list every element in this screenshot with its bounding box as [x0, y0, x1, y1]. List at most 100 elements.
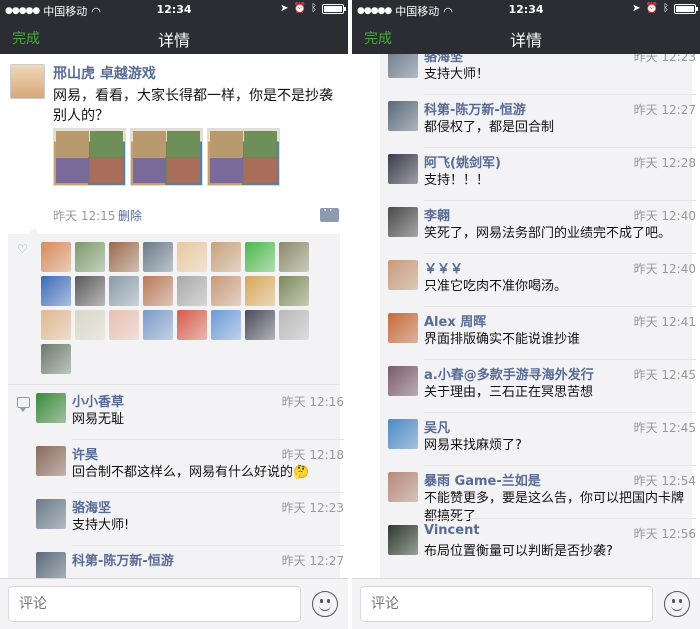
commenter-avatar[interactable] — [36, 499, 66, 529]
comment-separator — [424, 465, 696, 466]
battery-icon — [322, 3, 346, 14]
comment-input-bar — [0, 578, 348, 629]
alarm-icon: ⏰ — [645, 3, 658, 14]
commenter-avatar[interactable] — [388, 419, 418, 449]
commenter-name[interactable]: 骆海坚 — [72, 497, 111, 516]
post-image[interactable] — [53, 128, 126, 186]
page-title: 详情 — [157, 31, 190, 50]
commenter-name[interactable]: 阿飞(姚剑军) — [424, 152, 501, 171]
commenter-avatar[interactable] — [388, 366, 418, 396]
like-avatar[interactable] — [245, 276, 275, 306]
comment-text: 回合制不都这样么，网易有什么好说的🤔 — [72, 465, 310, 480]
comment-text: 网易无耻 — [72, 412, 125, 427]
commenter-avatar[interactable] — [388, 54, 418, 78]
location-icon: ➤ — [280, 3, 289, 14]
comments-section: 小小香草 昨天 12:16 网易无耻 许昊 昨天 12:18 回合制不都这样么，网易有什么… — [8, 384, 344, 578]
like-avatar[interactable] — [41, 344, 71, 374]
like-avatar[interactable] — [211, 310, 241, 340]
status-bar: ●●●●● 中国移动 ◠ 12:34 ➤ ⏰ ᛒ — [352, 0, 700, 20]
like-avatar[interactable] — [109, 276, 139, 306]
comment-menu-button[interactable] — [320, 203, 339, 222]
comment-text: 不能赞更多，要是这么告，你可以把国内卡牌都搞死了 — [424, 491, 685, 524]
page-title: 详情 — [509, 31, 542, 50]
commenter-avatar[interactable] — [388, 101, 418, 131]
post-author-avatar[interactable] — [10, 64, 45, 99]
like-avatar[interactable] — [75, 276, 105, 306]
like-avatar[interactable] — [109, 242, 139, 272]
like-avatar[interactable] — [75, 310, 105, 340]
like-avatar[interactable] — [245, 242, 275, 272]
commenter-avatar[interactable] — [388, 154, 418, 184]
comment-text: 网易来找麻烦了? — [424, 438, 522, 453]
commenter-name[interactable]: 许昊 — [72, 444, 98, 463]
commenter-name[interactable]: Alex 周晖 — [424, 311, 486, 330]
like-avatar[interactable] — [75, 242, 105, 272]
emoji-icon[interactable] — [664, 591, 690, 617]
like-avatar[interactable] — [143, 310, 173, 340]
comment-input[interactable] — [8, 586, 301, 622]
comment-text: 布局位置衡量可以判断是否抄袭? — [424, 544, 613, 559]
comment-time: 昨天 12:56 — [633, 527, 696, 541]
commenter-avatar[interactable] — [36, 393, 66, 423]
like-avatar[interactable] — [279, 310, 309, 340]
comment-text: 支持大师! — [72, 518, 130, 533]
like-avatar[interactable] — [211, 276, 241, 306]
commenter-name[interactable]: ￥￥￥ — [424, 258, 463, 277]
comment-separator — [424, 253, 696, 254]
post-image[interactable] — [130, 128, 203, 186]
like-avatar[interactable] — [279, 242, 309, 272]
commenter-avatar[interactable] — [388, 472, 418, 502]
like-avatar[interactable] — [245, 310, 275, 340]
like-avatar[interactable] — [143, 242, 173, 272]
commenter-name[interactable]: 李翱 — [424, 205, 450, 224]
comment-time: 昨天 12:16 — [281, 395, 344, 409]
comment-time: 昨天 12:27 — [633, 103, 696, 117]
like-avatar[interactable] — [41, 310, 71, 340]
battery-icon — [674, 3, 698, 14]
like-avatar[interactable] — [177, 276, 207, 306]
like-avatar[interactable] — [143, 276, 173, 306]
like-avatar[interactable] — [177, 242, 207, 272]
like-avatar[interactable] — [211, 242, 241, 272]
right-screen: ●●●●● 中国移动 ◠ 12:34 ➤ ⏰ ᛒ 完成 详情 骆海坚 昨天 12:23 支持… — [352, 0, 700, 629]
commenter-name[interactable]: 吴凡 — [424, 417, 450, 436]
like-avatar[interactable] — [41, 276, 71, 306]
likes-section: ♡ — [8, 228, 340, 384]
commenter-avatar[interactable] — [36, 552, 66, 578]
post-author-name[interactable]: 邢山虎 卓越游戏 — [53, 63, 156, 83]
commenter-name[interactable]: a.小春@多款手游寻海外发行 — [424, 364, 594, 383]
commenter-avatar[interactable] — [388, 313, 418, 343]
commenter-name[interactable]: 小小香草 — [72, 391, 124, 410]
like-avatar[interactable] — [41, 242, 71, 272]
commenter-avatar[interactable] — [388, 260, 418, 290]
commenter-avatar[interactable] — [36, 446, 66, 476]
likes-grid — [41, 242, 321, 374]
comment-separator — [424, 200, 696, 201]
like-avatar[interactable] — [177, 310, 207, 340]
comment-time: 昨天 12:41 — [633, 315, 696, 329]
commenter-name[interactable]: 暴雨 Game-兰如是 — [424, 470, 541, 489]
commenter-avatar[interactable] — [388, 207, 418, 237]
commenter-name[interactable]: 科第-陈万新-恒游 — [424, 99, 526, 118]
heart-icon: ♡ — [17, 242, 28, 256]
comment-input[interactable] — [360, 586, 653, 622]
bluetooth-icon: ᛒ — [311, 3, 317, 14]
comment-time: 昨天 12:40 — [633, 209, 696, 223]
like-avatar[interactable] — [279, 276, 309, 306]
comment-time: 昨天 12:28 — [633, 156, 696, 170]
emoji-icon[interactable] — [312, 591, 338, 617]
comment-time: 昨天 12:27 — [281, 554, 344, 568]
location-icon: ➤ — [632, 3, 641, 14]
commenter-name[interactable]: Vincent — [424, 523, 480, 538]
nav-bar: 完成 详情 — [352, 20, 700, 54]
commenter-avatar[interactable] — [388, 525, 418, 555]
like-avatar[interactable] — [109, 310, 139, 340]
commenter-name[interactable]: 科第-陈万新-恒游 — [72, 550, 174, 569]
comments-scroll[interactable]: 骆海坚 昨天 12:23 支持大师！ 科第-陈万新-恒游 昨天 12:27 都侵权了，都是… — [352, 54, 700, 578]
comment-text: 支持！！！ — [424, 173, 490, 188]
comment-text: 支持大师！ — [424, 67, 490, 82]
post-image[interactable] — [207, 128, 280, 186]
comment-icon — [17, 397, 30, 412]
commenter-name[interactable]: 骆海坚 — [424, 54, 463, 65]
delete-button[interactable]: 删除 — [118, 207, 142, 224]
